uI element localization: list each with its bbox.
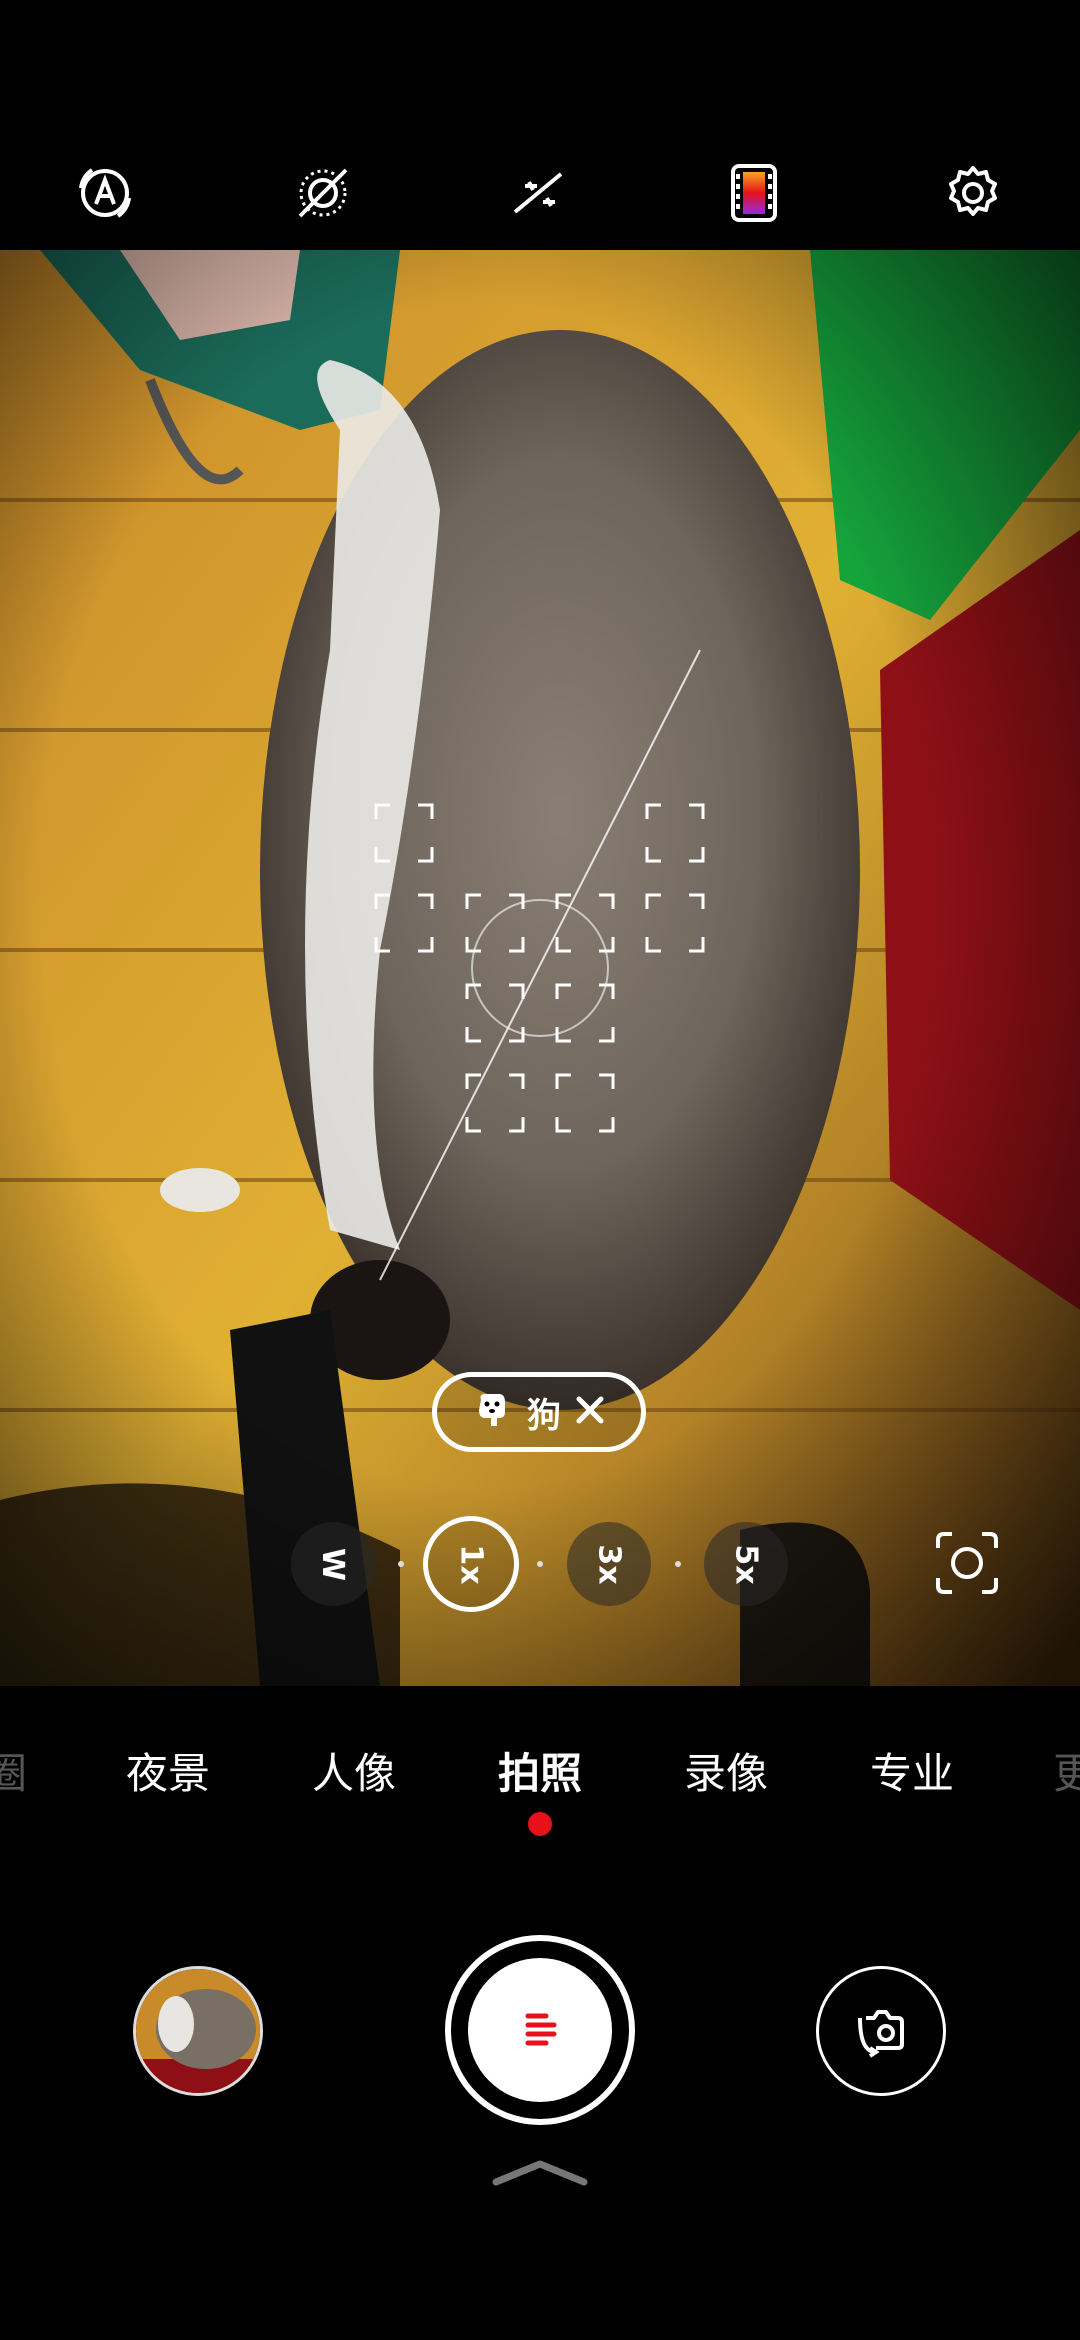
mode-item-portrait[interactable]: 人像 bbox=[312, 1740, 396, 1801]
focus-point bbox=[555, 983, 615, 1043]
camera-preview-image bbox=[0, 250, 1080, 1686]
mode-item-pro[interactable]: 专业 bbox=[870, 1740, 954, 1801]
camera-viewfinder[interactable] bbox=[0, 250, 1080, 1686]
focus-point bbox=[465, 893, 525, 953]
zoom-separator-dot bbox=[675, 1561, 681, 1567]
top-toolbar bbox=[0, 0, 1080, 250]
focus-point bbox=[555, 1073, 615, 1133]
close-icon[interactable] bbox=[575, 1395, 605, 1429]
mode-item-night[interactable]: 夜景 bbox=[126, 1740, 210, 1801]
ai-mode-icon[interactable] bbox=[72, 160, 138, 226]
zoom-5x-button[interactable]: 5x bbox=[704, 1522, 788, 1606]
chevron-up-icon[interactable] bbox=[492, 2158, 588, 2188]
switch-camera-icon bbox=[858, 2010, 904, 2058]
settings-gear-icon[interactable] bbox=[940, 160, 1006, 226]
film-filter-icon[interactable] bbox=[721, 160, 787, 226]
shutter-button[interactable] bbox=[445, 1935, 635, 2125]
wand-enhance-icon[interactable] bbox=[505, 160, 571, 226]
focus-point bbox=[555, 893, 615, 953]
gallery-thumbnail[interactable] bbox=[133, 1966, 263, 2096]
focus-point bbox=[645, 893, 705, 953]
active-mode-indicator bbox=[528, 1812, 552, 1836]
mode-item-video[interactable]: 录像 bbox=[684, 1740, 768, 1801]
zoom-3x-button[interactable]: 3x bbox=[567, 1522, 651, 1606]
focus-point bbox=[645, 803, 705, 863]
zoom-wide-button[interactable]: W bbox=[291, 1522, 375, 1606]
mode-item-photo[interactable]: 拍照 bbox=[498, 1740, 582, 1801]
focus-point bbox=[465, 983, 525, 1043]
subject-detection-chip[interactable]: 狗 bbox=[432, 1372, 646, 1452]
mode-item-partial-right[interactable]: 更 bbox=[1053, 1740, 1080, 1801]
zoom-separator-dot bbox=[537, 1561, 543, 1567]
focus-point bbox=[374, 893, 434, 953]
focus-point bbox=[374, 803, 434, 863]
subject-label: 狗 bbox=[527, 1395, 561, 1436]
zoom-1x-button[interactable]: 1x bbox=[423, 1516, 519, 1612]
focus-point bbox=[465, 1073, 525, 1133]
flash-off-icon[interactable] bbox=[290, 160, 356, 226]
switch-camera-button[interactable] bbox=[816, 1966, 946, 2096]
zoom-separator-dot bbox=[398, 1561, 404, 1567]
lens-switch-icon[interactable] bbox=[934, 1530, 1000, 1596]
shutter-menu-icon bbox=[525, 2013, 557, 2046]
shutter-inner bbox=[468, 1958, 612, 2102]
mode-item-partial-left[interactable]: 圈 bbox=[0, 1740, 27, 1801]
dog-icon bbox=[473, 1390, 513, 1434]
